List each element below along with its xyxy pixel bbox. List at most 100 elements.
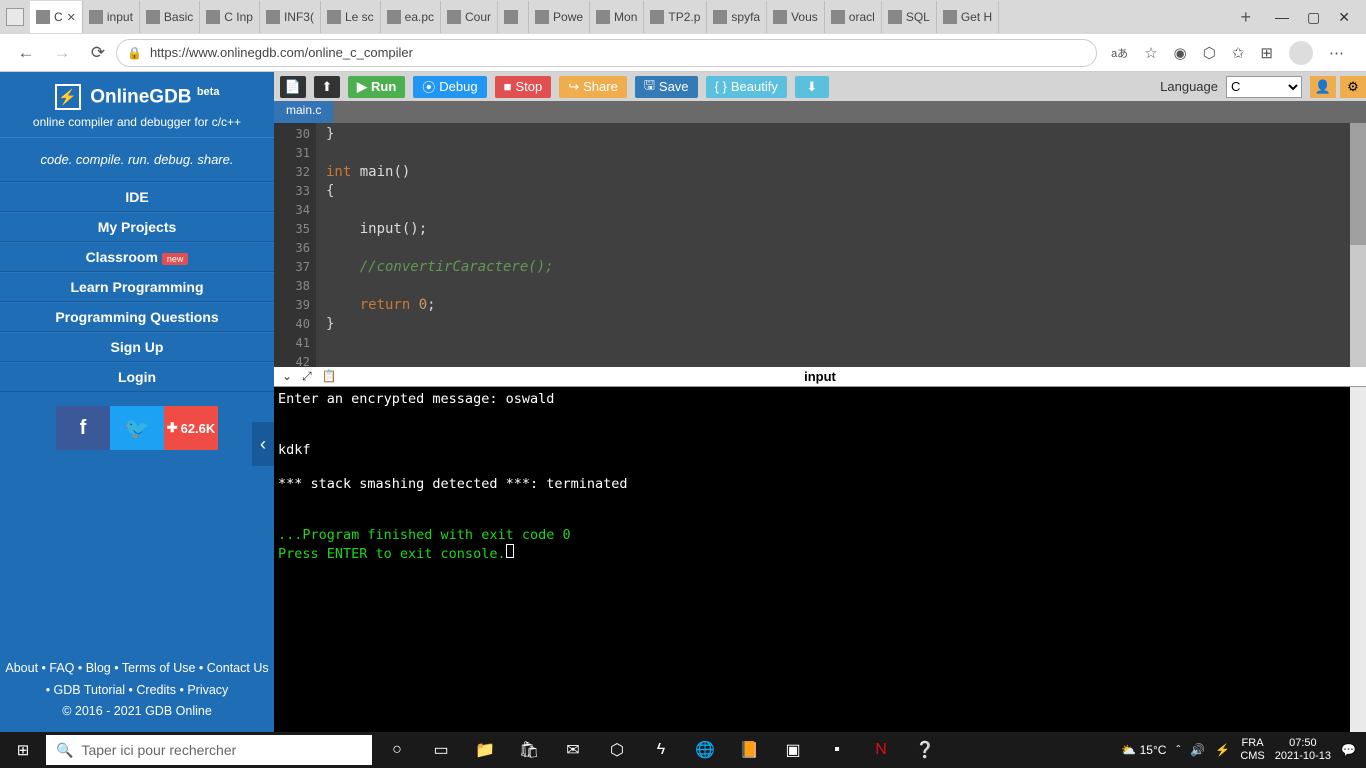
- menu-icon[interactable]: ⋯: [1329, 44, 1344, 62]
- editor-tab-main[interactable]: main.c: [274, 101, 333, 123]
- browser-tab[interactable]: C✕: [30, 1, 83, 33]
- sidebar-item[interactable]: Classroomnew: [0, 242, 274, 272]
- editor-scrollbar[interactable]: [1350, 123, 1366, 367]
- terminal-scrollbar[interactable]: [1350, 387, 1366, 732]
- nav-back-button[interactable]: ←: [13, 40, 39, 66]
- open-file-button[interactable]: ⬆: [314, 76, 340, 98]
- footer-row-1[interactable]: About • FAQ • Blog • Terms of Use • Cont…: [5, 658, 269, 679]
- sidebar-item[interactable]: Programming Questions: [0, 302, 274, 332]
- tray-clock[interactable]: 07:502021-10-13: [1275, 737, 1331, 763]
- share-button[interactable]: ↪ Share: [559, 76, 627, 98]
- extensions-icon[interactable]: ⬡: [1203, 44, 1216, 62]
- tab-label: ea.pc: [405, 10, 434, 24]
- settings-icon[interactable]: ⚙: [1340, 76, 1366, 98]
- battery-icon[interactable]: ⚡: [1215, 743, 1230, 757]
- scroll-thumb[interactable]: [1350, 123, 1366, 245]
- browser-tab[interactable]: input: [83, 1, 140, 33]
- terminal-tab[interactable]: input: [804, 369, 836, 384]
- footer-row-2[interactable]: • GDB Tutorial • Credits • Privacy: [5, 680, 269, 701]
- tab-close-icon[interactable]: ✕: [67, 11, 76, 24]
- download-button[interactable]: ⬇: [795, 76, 829, 98]
- browser-tab[interactable]: oracl: [825, 1, 882, 33]
- save-button[interactable]: 🖫 Save: [635, 76, 698, 98]
- dropbox-icon[interactable]: ⬡: [606, 739, 628, 761]
- terminal-cursor: [506, 544, 514, 558]
- cmd-icon[interactable]: ▪: [826, 739, 848, 761]
- debug-button[interactable]: ⦿ Debug: [413, 76, 486, 98]
- sidebar-item[interactable]: Learn Programming: [0, 272, 274, 302]
- sidebar-item[interactable]: Sign Up: [0, 332, 274, 362]
- volume-icon[interactable]: 🔊: [1190, 743, 1205, 757]
- stop-button[interactable]: ■ Stop: [495, 76, 552, 98]
- mail-icon[interactable]: ✉: [562, 739, 584, 761]
- browser-tab[interactable]: TP2.p: [644, 1, 707, 33]
- new-file-button[interactable]: 📄: [280, 76, 306, 98]
- terminal-copy-icon[interactable]: 📋: [322, 369, 337, 384]
- window-close-icon[interactable]: ✕: [1338, 9, 1350, 26]
- browser-tab[interactable]: Vous: [767, 1, 825, 33]
- tab-label: Powe: [553, 10, 583, 24]
- translate-icon[interactable]: aあ: [1111, 45, 1128, 61]
- tab-favicon: [206, 10, 220, 24]
- url-input[interactable]: 🔒 https://www.onlinegdb.com/online_c_com…: [116, 39, 1097, 67]
- explorer-icon[interactable]: 📁: [474, 739, 496, 761]
- twitter-button[interactable]: 🐦: [110, 406, 164, 450]
- browser-tab[interactable]: ‎: [498, 1, 529, 33]
- collections-icon[interactable]: ⊞: [1260, 44, 1273, 62]
- browser-tab[interactable]: Mon: [590, 1, 644, 33]
- sidebar-collapse-handle[interactable]: ‹: [252, 422, 274, 466]
- favorites-icon[interactable]: ✩: [1232, 44, 1245, 62]
- browser-tab[interactable]: Cour: [441, 1, 498, 33]
- browser-tab[interactable]: spyfa: [707, 1, 767, 33]
- edge-icon[interactable]: 🌐: [694, 739, 716, 761]
- new-tab-button[interactable]: +: [1233, 7, 1260, 28]
- tab-favicon: [387, 10, 401, 24]
- location-icon[interactable]: ◉: [1174, 44, 1187, 62]
- task-view-icon[interactable]: ▭: [430, 739, 452, 761]
- language-select[interactable]: C: [1226, 76, 1302, 98]
- browser-tab[interactable]: ea.pc: [381, 1, 441, 33]
- office-icon[interactable]: 📙: [738, 739, 760, 761]
- profile-avatar[interactable]: [1289, 41, 1313, 65]
- cortana-icon[interactable]: ○: [386, 739, 408, 761]
- browser-tab[interactable]: Get H: [937, 1, 999, 33]
- sidebar-item[interactable]: IDE: [0, 182, 274, 212]
- tab-actions-icon[interactable]: [6, 8, 24, 26]
- terminal-output[interactable]: Enter an encrypted message: oswald kdkf …: [274, 387, 1366, 732]
- browser-tab[interactable]: INF3(: [260, 1, 321, 33]
- notifications-icon[interactable]: 💬: [1341, 743, 1356, 757]
- search-placeholder: Taper ici pour rechercher: [81, 742, 236, 758]
- help-icon[interactable]: ❔: [914, 739, 936, 761]
- run-button[interactable]: ▶ Run: [348, 76, 405, 98]
- tab-favicon: [888, 10, 902, 24]
- favorite-star-icon[interactable]: ☆: [1144, 44, 1157, 62]
- start-button[interactable]: ⊞: [0, 732, 46, 768]
- beautify-button[interactable]: { } Beautify: [706, 76, 787, 98]
- taskbar-search[interactable]: 🔍 Taper ici pour rechercher: [46, 735, 372, 765]
- terminal-collapse-icon[interactable]: ⌄: [282, 369, 292, 384]
- netflix-icon[interactable]: N: [870, 739, 892, 761]
- browser-tab[interactable]: Le sc: [321, 1, 381, 33]
- nav-forward-button[interactable]: →: [49, 40, 75, 66]
- browser-tab[interactable]: Powe: [529, 1, 590, 33]
- window-maximize-icon[interactable]: ▢: [1307, 9, 1320, 26]
- share-count-button[interactable]: ✚ 62.6K: [164, 406, 218, 450]
- tray-language[interactable]: FRACMS: [1240, 737, 1264, 763]
- sidebar-item[interactable]: Login: [0, 362, 274, 392]
- code-editor[interactable]: 30 31 32 33 34 35 36 37 38 39 40 41 42 }…: [274, 123, 1366, 367]
- window-minimize-icon[interactable]: —: [1275, 9, 1289, 26]
- browser-tab[interactable]: Basic: [140, 1, 200, 33]
- browser-tab[interactable]: SQL: [882, 1, 937, 33]
- nav-reload-button[interactable]: ⟳: [85, 40, 111, 66]
- editor-code[interactable]: } int main() { input(); //convertirCarac…: [316, 123, 1350, 367]
- tray-chevron-icon[interactable]: ˆ: [1176, 743, 1180, 757]
- sidebar-item[interactable]: My Projects: [0, 212, 274, 242]
- app-icon[interactable]: ϟ: [650, 739, 672, 761]
- terminal-expand-icon[interactable]: ⤢: [302, 369, 312, 384]
- store-icon[interactable]: 🛍: [518, 739, 540, 761]
- facebook-button[interactable]: f: [56, 406, 110, 450]
- ide-icon[interactable]: ▣: [782, 739, 804, 761]
- browser-tab[interactable]: C Inp: [200, 1, 260, 33]
- user-icon[interactable]: 👤: [1310, 76, 1336, 98]
- weather-widget[interactable]: ⛅ 15°C: [1121, 743, 1166, 757]
